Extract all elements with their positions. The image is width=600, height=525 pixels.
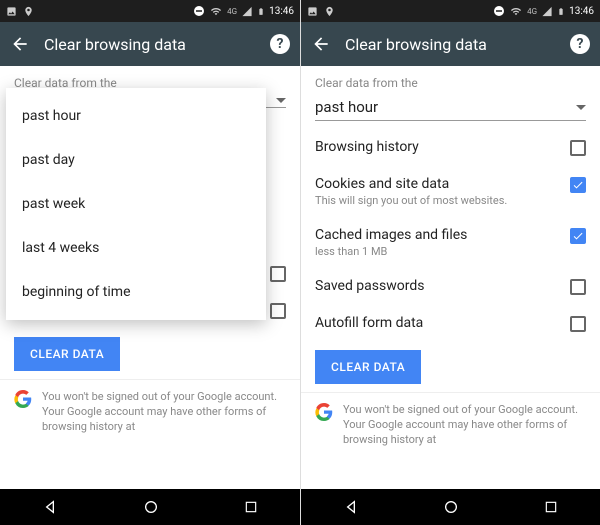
checkbox[interactable] — [570, 228, 586, 244]
checkbox[interactable] — [570, 316, 586, 332]
list-item[interactable]: Browsing history — [301, 129, 600, 166]
location-icon — [23, 6, 34, 17]
menu-item-past-day[interactable]: past day — [6, 138, 266, 182]
nav-home-icon[interactable] — [143, 499, 159, 515]
menu-item-beginning-of-time[interactable]: beginning of time — [6, 270, 266, 314]
clear-data-button[interactable]: CLEAR DATA — [14, 337, 120, 371]
footer-message: You won't be signed out of your Google a… — [343, 403, 586, 448]
page-title: Clear browsing data — [44, 35, 256, 54]
network-label: 4G — [527, 7, 537, 16]
nav-recent-icon[interactable] — [544, 500, 558, 514]
phone-right: 4G 13:46 Clear browsing data ? Clear dat… — [300, 0, 600, 525]
clear-data-button[interactable]: CLEAR DATA — [315, 350, 421, 384]
dnd-icon — [493, 5, 505, 17]
item-label: Cached images and files — [315, 227, 560, 243]
google-logo-icon — [315, 403, 333, 421]
help-icon[interactable]: ? — [270, 34, 290, 54]
list-item[interactable]: Cached images and files less than 1 MB — [301, 217, 600, 268]
list-item[interactable]: Autofill form data — [301, 305, 600, 342]
location-icon — [324, 6, 335, 17]
help-icon[interactable]: ? — [570, 34, 590, 54]
menu-item-past-hour[interactable]: past hour — [6, 94, 266, 138]
item-sublabel: less than 1 MB — [315, 245, 560, 258]
wifi-icon — [509, 6, 523, 17]
google-logo-icon — [14, 390, 32, 408]
footer-card: You won't be signed out of your Google a… — [301, 392, 600, 458]
chevron-down-icon — [276, 98, 286, 103]
nav-home-icon[interactable] — [443, 499, 459, 515]
page-title: Clear browsing data — [345, 35, 556, 54]
time-range-dropdown[interactable]: past hour — [315, 94, 586, 121]
status-bar: 4G 13:46 — [301, 0, 600, 22]
checkbox[interactable] — [270, 266, 286, 282]
image-icon — [6, 6, 17, 17]
battery-icon — [557, 5, 565, 18]
dnd-icon — [193, 5, 205, 17]
item-sublabel: This will sign you out of most websites. — [315, 194, 560, 207]
signal-icon — [241, 6, 253, 17]
app-bar: Clear browsing data ? — [301, 22, 600, 66]
wifi-icon — [209, 6, 223, 17]
section-label: Clear data from the — [301, 66, 600, 94]
nav-bar — [0, 489, 300, 525]
checkbox[interactable] — [270, 303, 286, 319]
back-icon[interactable] — [10, 34, 30, 54]
status-bar: 4G 13:46 — [0, 0, 300, 22]
phone-left: 4G 13:46 Clear browsing data ? Clear dat… — [0, 0, 300, 525]
list-item[interactable]: Saved passwords — [301, 268, 600, 305]
nav-back-icon[interactable] — [343, 499, 359, 515]
item-label: Autofill form data — [315, 315, 560, 331]
footer-message: You won't be signed out of your Google a… — [42, 390, 286, 435]
nav-bar — [301, 489, 600, 525]
nav-recent-icon[interactable] — [244, 500, 258, 514]
status-time: 13:46 — [269, 6, 294, 17]
footer-card: You won't be signed out of your Google a… — [0, 379, 300, 445]
item-label: Cookies and site data — [315, 176, 560, 192]
time-range-menu: past hour past day past week last 4 week… — [6, 88, 266, 320]
back-icon[interactable] — [311, 34, 331, 54]
menu-item-last-4-weeks[interactable]: last 4 weeks — [6, 226, 266, 270]
checkbox[interactable] — [570, 279, 586, 295]
menu-item-past-week[interactable]: past week — [6, 182, 266, 226]
dropdown-value: past hour — [315, 98, 378, 116]
list-item[interactable]: Cookies and site data This will sign you … — [301, 166, 600, 217]
item-label: Browsing history — [315, 139, 560, 155]
checkbox[interactable] — [570, 177, 586, 193]
nav-back-icon[interactable] — [42, 499, 58, 515]
signal-icon — [541, 6, 553, 17]
battery-icon — [257, 5, 265, 18]
chevron-down-icon — [576, 105, 586, 110]
checkbox[interactable] — [570, 140, 586, 156]
image-icon — [307, 6, 318, 17]
item-label: Saved passwords — [315, 278, 560, 294]
network-label: 4G — [227, 7, 237, 16]
app-bar: Clear browsing data ? — [0, 22, 300, 66]
status-time: 13:46 — [569, 6, 594, 17]
